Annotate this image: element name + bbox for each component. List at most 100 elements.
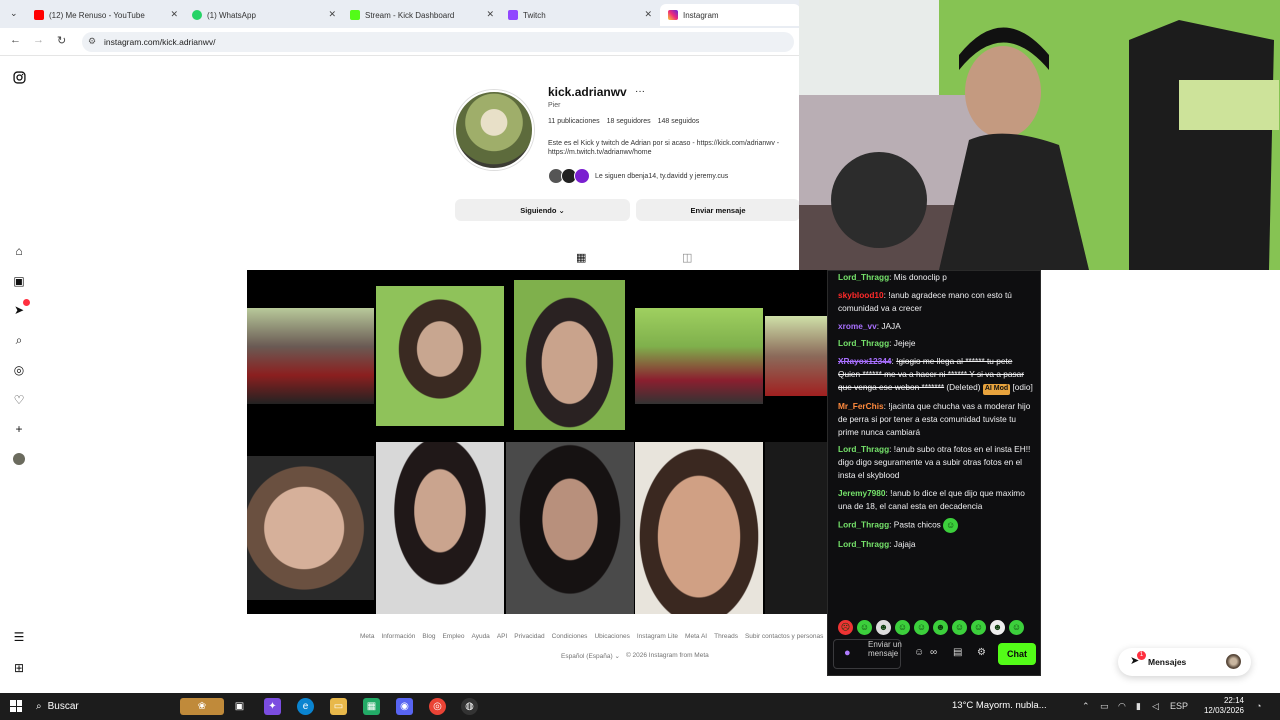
emote-icon[interactable]: ☺: [1009, 620, 1024, 635]
footer-link[interactable]: Blog: [422, 633, 435, 640]
language-selector[interactable]: Español (España) ⌄: [561, 652, 620, 660]
microphone-status-icon[interactable]: ▮: [1136, 701, 1141, 712]
chat-username[interactable]: Lord_Thragg: [838, 519, 889, 529]
footer-link[interactable]: Ubicaciones: [594, 633, 629, 640]
input-language[interactable]: ESP: [1170, 701, 1188, 711]
send-chat-button[interactable]: Chat: [998, 643, 1036, 665]
microphone-icon[interactable]: ●: [844, 647, 851, 659]
tab-youtube[interactable]: (12) Me Renuso - YouTube ✕: [26, 4, 184, 26]
post-thumbnail[interactable]: [247, 456, 374, 600]
profile-avatar[interactable]: [454, 90, 534, 170]
create-plus-icon[interactable]: +: [11, 421, 27, 437]
edge-icon[interactable]: e: [297, 698, 314, 715]
omnibox[interactable]: ⚙ instagram.com/kick.adrianwv/: [82, 32, 794, 52]
footer-link[interactable]: Instagram Lite: [637, 633, 678, 640]
chat-username[interactable]: skyblood10: [838, 290, 884, 300]
emote-icon[interactable]: ☻: [876, 620, 891, 635]
send-message-button[interactable]: Enviar mensaje: [636, 199, 800, 221]
footer-link[interactable]: API: [497, 633, 507, 640]
chat-store-icon[interactable]: ▤: [953, 647, 962, 658]
taskbar-clock[interactable]: 22:14 12/03/2026: [1200, 696, 1244, 717]
posts-grid-tab-icon[interactable]: ▦: [576, 251, 586, 264]
footer-link[interactable]: Condiciones: [552, 633, 588, 640]
chat-username[interactable]: Lord_Thragg: [838, 272, 889, 282]
post-thumbnail[interactable]: [635, 442, 763, 614]
store-icon[interactable]: ▦: [363, 698, 380, 715]
task-view-icon[interactable]: ▣: [231, 698, 248, 715]
show-hidden-icons-chevron-icon[interactable]: ⌃: [1082, 701, 1090, 712]
post-thumbnail[interactable]: [376, 442, 504, 614]
notifications-bell-icon[interactable]: ◔: [1256, 701, 1261, 711]
profile-options-icon[interactable]: ···: [635, 86, 645, 97]
profile-avatar-icon[interactable]: [11, 451, 27, 467]
close-tab-icon[interactable]: ✕: [328, 9, 336, 20]
home-icon[interactable]: ⌂: [11, 243, 27, 259]
chat-input[interactable]: ● Enviar un mensaje: [833, 639, 902, 669]
close-tab-icon[interactable]: ✕: [644, 9, 652, 20]
chat-settings-gear-icon[interactable]: ⚙: [977, 647, 986, 658]
close-tab-icon[interactable]: ✕: [486, 9, 494, 20]
emote-icon[interactable]: ☺: [971, 620, 986, 635]
footer-link[interactable]: Meta AI: [685, 633, 707, 640]
obs-icon[interactable]: ◍: [461, 698, 478, 715]
emote-icon[interactable]: ☺: [857, 620, 872, 635]
emote-icon[interactable]: ☹: [838, 620, 853, 635]
chrome-icon[interactable]: ◎: [429, 698, 446, 715]
volume-icon[interactable]: ◁: [1152, 701, 1159, 712]
footer-link[interactable]: Empleo: [442, 633, 464, 640]
emote-icon[interactable]: ☺: [952, 620, 967, 635]
footer-link[interactable]: Privacidad: [514, 633, 544, 640]
chat-username[interactable]: Lord_Thragg: [838, 338, 889, 348]
explore-icon[interactable]: ◎: [11, 362, 27, 378]
post-thumbnail[interactable]: [506, 442, 634, 614]
emote-icon[interactable]: ☺: [914, 620, 929, 635]
notifications-heart-icon[interactable]: ♡: [11, 392, 27, 408]
footer-link[interactable]: Información: [381, 633, 415, 640]
direct-messages-icon[interactable]: ➤: [11, 299, 30, 318]
discord-icon[interactable]: ◉: [396, 698, 413, 715]
chat-username[interactable]: xrome_vv: [838, 321, 877, 331]
tab-search-chevron-icon[interactable]: ⌄: [10, 8, 18, 19]
reload-icon[interactable]: ↻: [57, 34, 66, 47]
followers-count[interactable]: 18 seguidores: [607, 118, 651, 125]
emote-icon[interactable]: ☺: [895, 620, 910, 635]
search-icon[interactable]: ⌕: [11, 332, 27, 348]
network-icon[interactable]: ◠: [1118, 701, 1126, 712]
chat-username[interactable]: XRayox12344: [838, 356, 892, 366]
back-arrow-icon[interactable]: ←: [10, 34, 21, 46]
footer-link[interactable]: Threads: [714, 633, 738, 640]
emote-icon[interactable]: ☻: [990, 620, 1005, 635]
chat-tools-icon[interactable]: ∞: [930, 647, 937, 658]
taskbar-search[interactable]: ⌕ Buscar: [36, 697, 176, 716]
url-text[interactable]: instagram.com/kick.adrianwv/: [104, 37, 215, 47]
tab-twitch[interactable]: Twitch ✕: [500, 4, 658, 26]
emote-picker-icon[interactable]: ☺: [914, 647, 924, 658]
battery-icon[interactable]: ▭: [1100, 701, 1109, 712]
post-thumbnail[interactable]: [514, 280, 625, 430]
chat-username[interactable]: Jeremy7980: [838, 488, 886, 498]
following-button[interactable]: Siguiendo ⌄: [455, 199, 630, 221]
site-info-icon[interactable]: ⚙: [88, 36, 96, 47]
search-highlight-icon[interactable]: ❀: [180, 698, 224, 715]
footer-link[interactable]: Meta: [360, 633, 374, 640]
post-thumbnail[interactable]: [765, 316, 827, 396]
emote-icon[interactable]: ☻: [933, 620, 948, 635]
file-explorer-icon[interactable]: ▭: [330, 698, 347, 715]
chat-username[interactable]: Mr_FerChis: [838, 401, 884, 411]
post-thumbnail[interactable]: [376, 286, 504, 426]
followed-by-row[interactable]: Le siguen dbenja14, ty.davidd y jeremy.c…: [548, 167, 728, 185]
close-tab-icon[interactable]: ✕: [170, 9, 178, 20]
post-thumbnail[interactable]: [765, 442, 827, 614]
post-thumbnail[interactable]: [247, 308, 374, 404]
footer-link[interactable]: Subir contactos y personas: [745, 633, 823, 640]
more-menu-icon[interactable]: ☰: [11, 629, 27, 645]
messages-pill[interactable]: ➤ 1 Mensajes: [1118, 648, 1251, 676]
chat-username[interactable]: Lord_Thragg: [838, 444, 889, 454]
reels-icon[interactable]: ▣: [11, 273, 27, 289]
tab-kick-dashboard[interactable]: Stream - Kick Dashboard ✕: [342, 4, 500, 26]
post-thumbnail[interactable]: [635, 308, 763, 404]
instagram-logo-icon[interactable]: [11, 69, 27, 85]
windows-start-icon[interactable]: [10, 700, 22, 712]
following-count[interactable]: 148 seguidos: [658, 118, 700, 125]
bio-link[interactable]: https://m.twitch.tv/adrianwv/home: [548, 148, 798, 157]
